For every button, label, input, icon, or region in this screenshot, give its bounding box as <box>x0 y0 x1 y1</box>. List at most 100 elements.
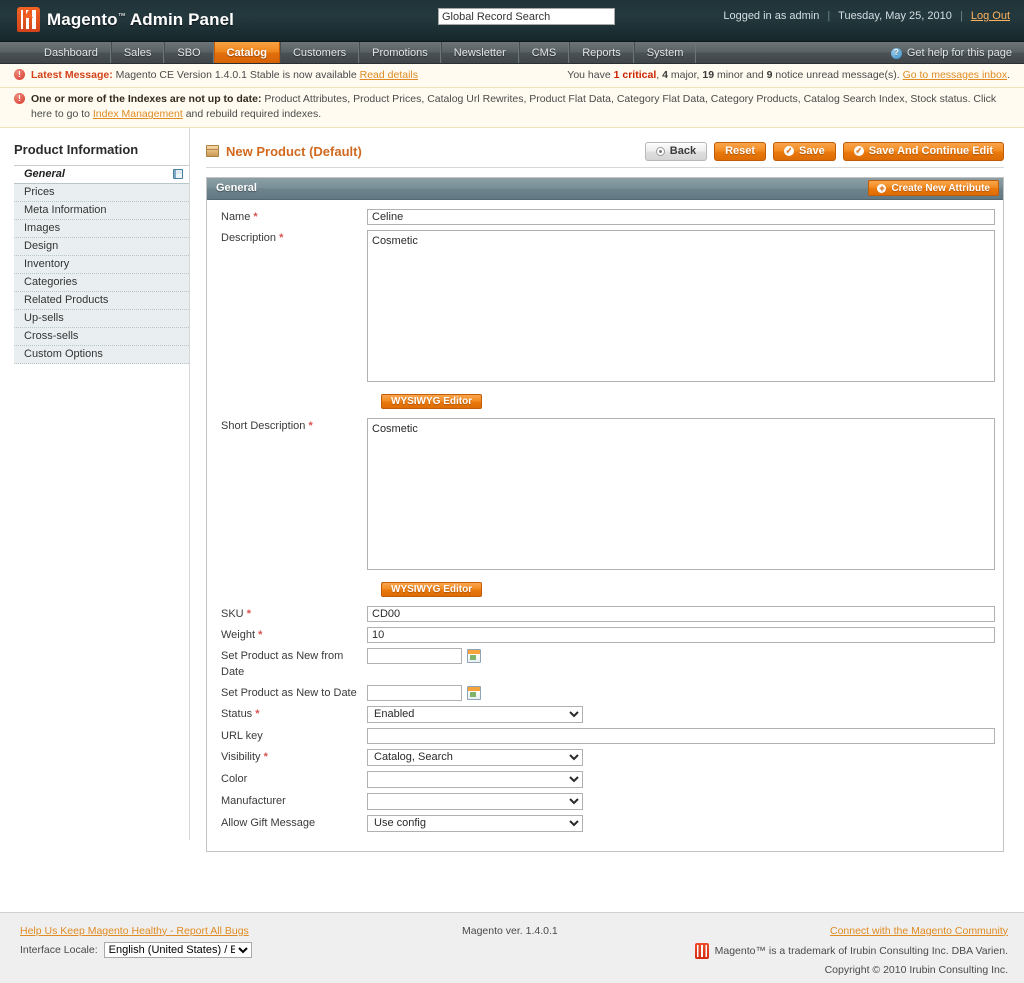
index-warning-tail: and rebuild required indexes. <box>183 108 321 120</box>
gift-message-control: Use config <box>367 815 1003 832</box>
page-body: Product Information General Prices Meta … <box>0 128 1024 876</box>
messages-inbox-link[interactable]: Go to messages inbox <box>903 69 1007 81</box>
color-control <box>367 771 1003 788</box>
sidebar-item-inventory[interactable]: Inventory <box>14 256 189 274</box>
nav-item-system[interactable]: System <box>634 42 697 63</box>
latest-message-text: Latest Message: Magento CE Version 1.4.0… <box>31 68 418 83</box>
save-button[interactable]: ✓ Save <box>773 142 836 161</box>
nav-item-promotions[interactable]: Promotions <box>359 42 441 63</box>
check-circle-icon: ✓ <box>784 146 794 156</box>
sidebar-item-prices[interactable]: Prices <box>14 184 189 202</box>
visibility-control: Catalog, Search <box>367 749 1003 766</box>
manufacturer-select[interactable] <box>367 793 583 810</box>
short-description-label: Short Description * <box>207 418 367 434</box>
description-wysiwyg-button[interactable]: WYSIWYG Editor <box>381 394 482 409</box>
required-marker: * <box>279 232 283 244</box>
get-help-label: Get help for this page <box>907 47 1012 59</box>
sidebar-item-meta-information[interactable]: Meta Information <box>14 202 189 220</box>
field-visibility: Visibility * Catalog, Search <box>207 749 1003 766</box>
weight-input[interactable] <box>367 627 995 643</box>
short-description-textarea[interactable]: Cosmetic <box>367 418 995 570</box>
reset-button-label: Reset <box>725 145 755 157</box>
latest-message-body: Magento CE Version 1.4.0.1 Stable is now… <box>116 69 357 81</box>
weight-label-text: Weight <box>221 629 255 641</box>
alert-icon: ! <box>14 69 25 80</box>
url-key-control <box>367 728 1003 744</box>
index-management-link[interactable]: Index Management <box>93 108 183 120</box>
general-panel-body: Name * Description * Cosmetic WYSIWYG Ed… <box>207 200 1003 851</box>
field-status: Status * Enabled <box>207 706 1003 723</box>
nav-item-cms[interactable]: CMS <box>519 42 569 63</box>
app-header: Magento™ Admin Panel Logged in as admin … <box>0 0 1024 42</box>
logout-link[interactable]: Log Out <box>971 10 1010 22</box>
url-key-input[interactable] <box>367 728 995 744</box>
sidebar-item-design[interactable]: Design <box>14 238 189 256</box>
reset-button[interactable]: Reset <box>714 142 766 161</box>
weight-control <box>367 627 1003 643</box>
sidebar-item-custom-options[interactable]: Custom Options <box>14 346 189 364</box>
sidebar-item-up-sells[interactable]: Up-sells <box>14 310 189 328</box>
save-and-continue-button[interactable]: ✓ Save And Continue Edit <box>843 142 1004 161</box>
sidebar-item-general[interactable]: General <box>14 166 189 184</box>
sku-label: SKU * <box>207 606 367 622</box>
sidebar-item-related-products[interactable]: Related Products <box>14 292 189 310</box>
field-allow-gift-message: Allow Gift Message Use config <box>207 815 1003 832</box>
nav-item-newsletter[interactable]: Newsletter <box>441 42 519 63</box>
logo-word: Magento <box>47 10 118 29</box>
plus-circle-icon: + <box>877 184 886 193</box>
nav-item-dashboard[interactable]: Dashboard <box>32 42 111 63</box>
description-textarea[interactable]: Cosmetic <box>367 230 995 382</box>
sku-input[interactable] <box>367 606 995 622</box>
short-description-wysiwyg-button[interactable]: WYSIWYG Editor <box>381 582 482 597</box>
index-warning-left: ! One or more of the Indexes are not up … <box>14 92 1010 122</box>
sidebar-item-cross-sells[interactable]: Cross-sells <box>14 328 189 346</box>
read-details-link[interactable]: Read details <box>360 69 418 81</box>
interface-locale-select[interactable]: English (United States) / English <box>104 942 252 958</box>
visibility-select[interactable]: Catalog, Search <box>367 749 583 766</box>
page-title-label: New Product (Default) <box>226 144 362 159</box>
status-select[interactable]: Enabled <box>367 706 583 723</box>
get-help-link[interactable]: ? Get help for this page <box>891 42 1012 64</box>
new-to-date-control <box>367 685 1003 701</box>
field-weight: Weight * <box>207 627 1003 643</box>
header-user-info: Logged in as admin | Tuesday, May 25, 20… <box>723 10 1010 22</box>
product-information-sidebar: Product Information General Prices Meta … <box>0 128 190 840</box>
sidebar-item-images[interactable]: Images <box>14 220 189 238</box>
field-new-to-date: Set Product as New to Date <box>207 685 1003 701</box>
latest-message-bar: ! Latest Message: Magento CE Version 1.4… <box>0 64 1024 88</box>
unread-messages-summary: You have 1 critical, 4 major, 19 minor a… <box>567 68 1010 83</box>
trademark-row: Magento™ is a trademark of Irubin Consul… <box>695 943 1008 959</box>
content-header: New Product (Default) Back Reset ✓ Save … <box>206 142 1004 168</box>
status-label: Status * <box>207 706 367 722</box>
field-new-from-date: Set Product as New from Date <box>207 648 1003 680</box>
color-select[interactable] <box>367 771 583 788</box>
sidebar-item-categories[interactable]: Categories <box>14 274 189 292</box>
short-description-wysiwyg-row: WYSIWYG Editor <box>207 578 1003 606</box>
field-description: Description * Cosmetic <box>207 230 1003 385</box>
calendar-icon[interactable] <box>467 686 481 700</box>
nav-item-sbo[interactable]: SBO <box>164 42 213 63</box>
nav-item-catalog[interactable]: Catalog <box>214 42 280 63</box>
global-search-input[interactable] <box>438 8 615 25</box>
required-marker: * <box>253 211 257 223</box>
latest-message-left: ! Latest Message: Magento CE Version 1.4… <box>14 68 418 83</box>
magento-mini-logo-icon <box>695 943 709 959</box>
community-link[interactable]: Connect with the Magento Community <box>830 925 1008 937</box>
description-label-text: Description <box>221 232 276 244</box>
description-control: Cosmetic <box>367 230 1003 385</box>
manufacturer-label: Manufacturer <box>207 793 367 809</box>
main-content: New Product (Default) Back Reset ✓ Save … <box>190 128 1024 876</box>
nav-item-customers[interactable]: Customers <box>280 42 359 63</box>
new-from-date-input[interactable] <box>367 648 462 664</box>
gift-message-select[interactable]: Use config <box>367 815 583 832</box>
back-button[interactable]: Back <box>645 142 707 161</box>
calendar-icon[interactable] <box>467 649 481 663</box>
create-new-attribute-button[interactable]: + Create New Attribute <box>868 180 999 196</box>
nav-item-reports[interactable]: Reports <box>569 42 634 63</box>
logged-in-label: Logged in as admin <box>723 10 819 22</box>
report-bugs-link[interactable]: Help Us Keep Magento Healthy - Report Al… <box>20 925 249 937</box>
inbox-major-word: major, <box>668 69 702 81</box>
new-to-date-input[interactable] <box>367 685 462 701</box>
name-input[interactable] <box>367 209 995 225</box>
nav-item-sales[interactable]: Sales <box>111 42 165 63</box>
